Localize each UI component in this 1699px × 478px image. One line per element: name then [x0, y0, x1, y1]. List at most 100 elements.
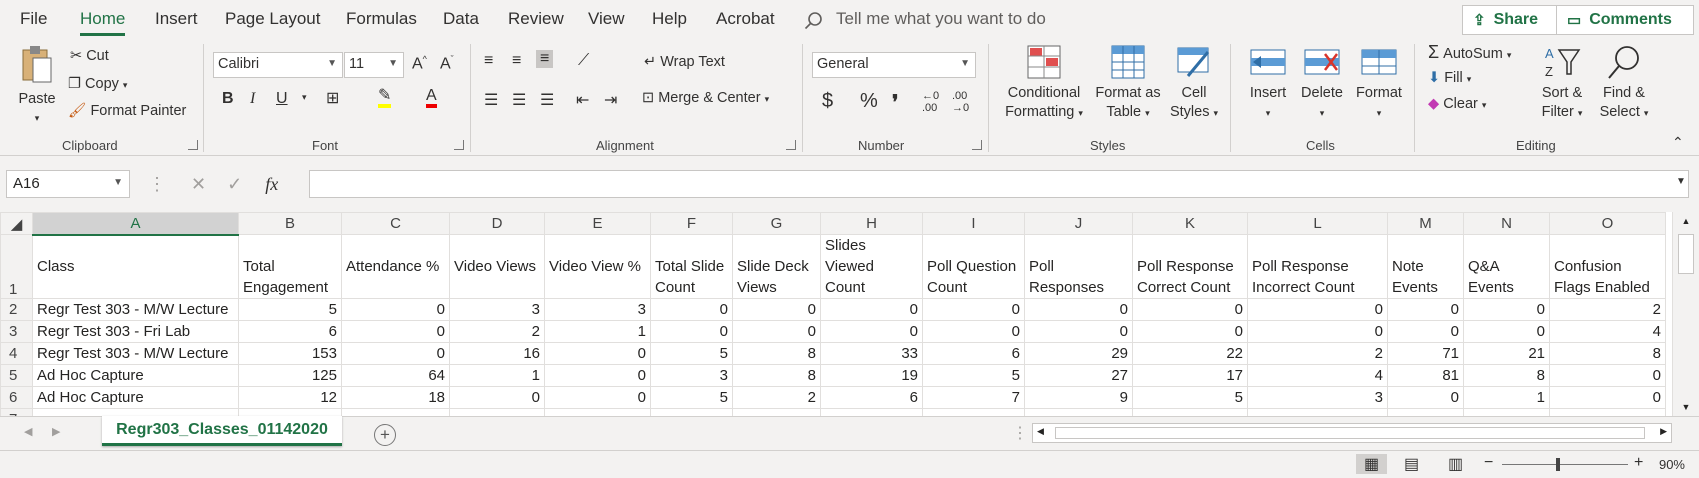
enter-icon[interactable]: ✓ [227, 174, 242, 194]
cell[interactable]: 0 [449, 386, 545, 409]
increase-font-icon[interactable]: A^ [412, 54, 427, 73]
cell[interactable] [650, 408, 733, 416]
insert-function-icon[interactable]: fx [265, 174, 278, 194]
scroll-left-icon[interactable]: ◀ [1037, 426, 1044, 437]
font-name-select[interactable]: Calibri ▼ [213, 52, 343, 78]
column-header[interactable]: K [1132, 212, 1248, 235]
normal-view-icon[interactable]: ▦ [1356, 454, 1388, 474]
cell[interactable]: 6 [922, 342, 1025, 365]
cell[interactable]: Poll Responses [1024, 234, 1133, 299]
expand-formula-icon[interactable]: ▼ [1676, 176, 1686, 187]
name-box[interactable]: A16 ▼ [6, 170, 130, 198]
cell[interactable]: Total Slide Count [650, 234, 733, 299]
cell[interactable]: Slides Viewed Count [820, 234, 923, 299]
align-center-icon[interactable]: ☰ [512, 90, 526, 110]
cell[interactable]: 4 [1549, 320, 1666, 343]
bold-button[interactable]: B [222, 90, 234, 108]
number-launcher-icon[interactable] [972, 140, 982, 150]
cell[interactable]: Q&A Events [1463, 234, 1550, 299]
autosum-button[interactable]: Σ AutoSum ▾ [1428, 42, 1511, 63]
add-sheet-icon[interactable]: + [374, 424, 396, 446]
next-sheet-icon[interactable]: ▶ [52, 425, 60, 438]
cell[interactable]: 5 [650, 342, 733, 365]
cell[interactable]: Video Views [449, 234, 545, 299]
column-header[interactable]: G [732, 212, 821, 235]
number-format-select[interactable]: General ▼ [812, 52, 976, 78]
italic-button[interactable]: I [250, 90, 255, 108]
tab-formulas[interactable]: Formulas [346, 9, 417, 29]
tab-page-layout[interactable]: Page Layout [225, 9, 320, 29]
column-header[interactable]: J [1024, 212, 1133, 235]
decrease-font-icon[interactable]: Aˇ [440, 54, 454, 73]
cell[interactable]: 0 [1463, 298, 1550, 321]
cell[interactable]: 0 [820, 320, 923, 343]
cell[interactable]: 0 [1549, 364, 1666, 387]
cell[interactable]: 5 [650, 386, 733, 409]
column-header[interactable]: C [341, 212, 450, 235]
paste-dropdown-icon[interactable]: ▾ [12, 109, 62, 128]
cell[interactable]: Poll Response Correct Count [1132, 234, 1248, 299]
cell[interactable]: 0 [544, 364, 651, 387]
tab-acrobat[interactable]: Acrobat [716, 9, 775, 29]
align-middle-icon[interactable]: ≡ [512, 52, 521, 70]
font-size-select[interactable]: 11 ▼ [344, 52, 404, 78]
tab-insert[interactable]: Insert [155, 9, 198, 29]
column-header[interactable]: E [544, 212, 651, 235]
cell[interactable] [1132, 408, 1248, 416]
paste-button[interactable]: Paste ▾ [12, 44, 62, 128]
format-painter-button[interactable]: 🖌 Format Painter [68, 102, 186, 119]
column-header[interactable]: M [1387, 212, 1464, 235]
format-cells-button[interactable]: Format ▾ [1354, 44, 1404, 123]
cell[interactable]: Note Events [1387, 234, 1464, 299]
cell[interactable]: 29 [1024, 342, 1133, 365]
tab-view[interactable]: View [588, 9, 625, 29]
scroll-down-icon[interactable]: ▼ [1673, 402, 1699, 412]
row-header[interactable]: 3 [0, 320, 33, 343]
column-header[interactable]: H [820, 212, 923, 235]
cell[interactable]: 6 [820, 386, 923, 409]
zoom-slider-thumb[interactable] [1556, 458, 1560, 471]
font-color-icon[interactable]: A [426, 88, 437, 108]
clipboard-launcher-icon[interactable] [188, 140, 198, 150]
cell[interactable]: Attendance % [341, 234, 450, 299]
currency-icon[interactable]: $ [822, 90, 833, 113]
tell-me-search[interactable]: Tell me what you want to do [804, 9, 1046, 30]
cell[interactable]: Video View % [544, 234, 651, 299]
comments-button[interactable]: ▭ Comments [1556, 5, 1694, 35]
row-header[interactable]: 5 [0, 364, 33, 387]
cell[interactable]: Regr Test 303 - M/W Lecture [32, 342, 239, 365]
cell[interactable] [32, 408, 239, 416]
cell[interactable]: 0 [1387, 298, 1464, 321]
align-left-icon[interactable]: ☰ [484, 90, 498, 110]
cell[interactable]: 0 [820, 298, 923, 321]
cell[interactable]: 8 [1463, 364, 1550, 387]
borders-icon[interactable]: ⊞ [326, 88, 339, 108]
share-button[interactable]: ⇪ Share [1462, 5, 1558, 35]
cell[interactable]: 8 [732, 364, 821, 387]
cell[interactable]: 19 [820, 364, 923, 387]
underline-dropdown-icon[interactable]: ▾ [302, 92, 307, 103]
cell[interactable] [1463, 408, 1550, 416]
cancel-icon[interactable]: ✕ [191, 174, 206, 194]
zoom-in-icon[interactable]: + [1634, 454, 1643, 472]
insert-cells-button[interactable]: Insert ▾ [1244, 44, 1292, 123]
cell[interactable]: 16 [449, 342, 545, 365]
cell[interactable] [1549, 408, 1666, 416]
cell[interactable]: 3 [544, 298, 651, 321]
row-header[interactable]: 6 [0, 386, 33, 409]
copy-dropdown-icon[interactable]: ▾ [123, 80, 128, 90]
cell[interactable]: Regr Test 303 - Fri Lab [32, 320, 239, 343]
font-launcher-icon[interactable] [454, 140, 464, 150]
cell[interactable]: 2 [1247, 342, 1388, 365]
cell[interactable]: 33 [820, 342, 923, 365]
cell[interactable]: 0 [922, 298, 1025, 321]
column-header[interactable]: F [650, 212, 733, 235]
scroll-right-icon[interactable]: ▶ [1660, 426, 1667, 437]
cell[interactable] [1387, 408, 1464, 416]
fill-color-icon[interactable]: ✎ [378, 88, 392, 108]
conditional-formatting-button[interactable]: Conditional Formatting ▾ [1000, 44, 1088, 123]
cell[interactable]: 5 [238, 298, 342, 321]
row-header[interactable]: 7 [0, 408, 33, 416]
column-header[interactable]: A [32, 212, 239, 236]
cell[interactable] [1024, 408, 1133, 416]
